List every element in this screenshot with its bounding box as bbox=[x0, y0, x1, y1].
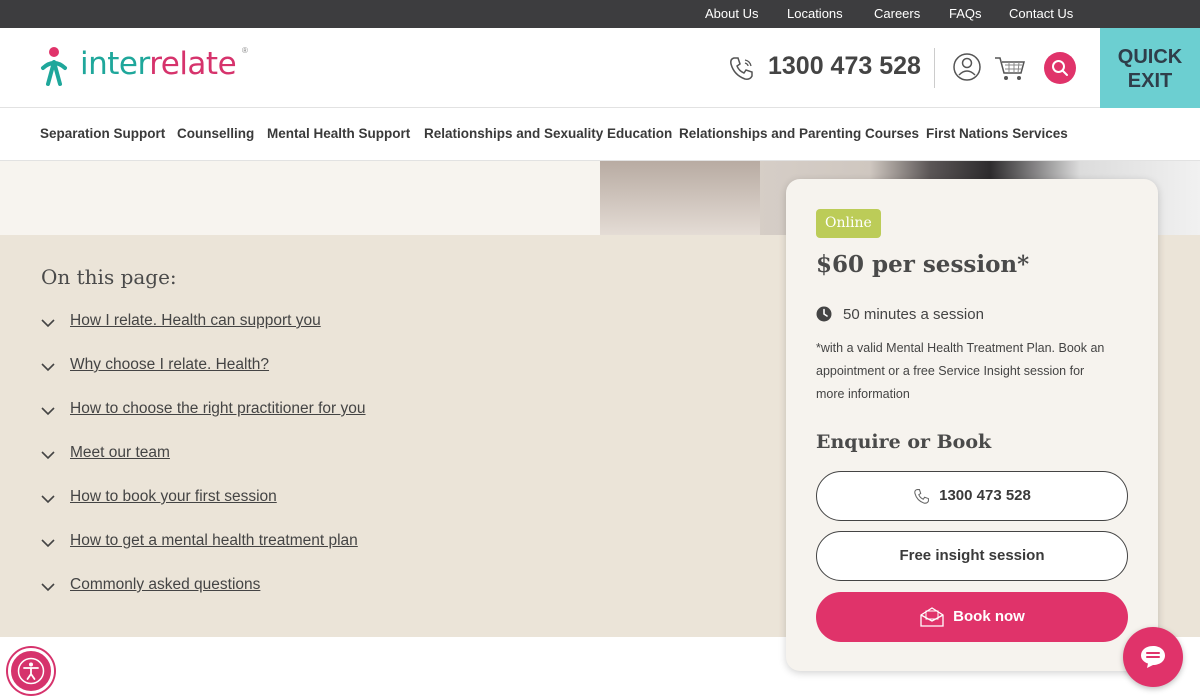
call-button[interactable]: 1300 473 528 bbox=[816, 471, 1128, 521]
toc-link[interactable]: How to choose the right practitioner for… bbox=[70, 400, 366, 418]
accessibility-icon bbox=[17, 657, 45, 685]
user-icon[interactable] bbox=[952, 52, 982, 82]
nav-separation-support[interactable]: Separation Support bbox=[40, 126, 165, 141]
site-header: interrelate ® 1300 473 528 QUICK EXIT bbox=[0, 28, 1200, 108]
logo-text-relate: relate bbox=[149, 46, 237, 82]
clock-icon bbox=[816, 306, 832, 322]
toc-link[interactable]: Why choose I relate. Health? bbox=[70, 356, 269, 374]
nav-first-nations-services[interactable]: First Nations Services bbox=[926, 126, 1068, 141]
status-badge: Online bbox=[816, 209, 881, 238]
toc-link[interactable]: How I relate. Health can support you bbox=[70, 312, 321, 330]
price-note: *with a valid Mental Health Treatment Pl… bbox=[816, 341, 1105, 401]
quick-exit-button[interactable]: QUICK EXIT bbox=[1100, 28, 1200, 108]
chat-icon bbox=[1141, 646, 1165, 668]
cart-icon[interactable] bbox=[993, 54, 1027, 82]
header-divider bbox=[934, 48, 935, 88]
call-button-label: 1300 473 528 bbox=[939, 487, 1031, 504]
book-now-button[interactable]: Book now bbox=[816, 592, 1128, 642]
logo[interactable]: interrelate ® bbox=[40, 46, 260, 90]
nav-relationships-parenting-courses[interactable]: Relationships and Parenting Courses bbox=[679, 126, 919, 141]
nav-relationships-sexuality-education[interactable]: Relationships and Sexuality Education bbox=[424, 126, 672, 141]
toc-link[interactable]: Meet our team bbox=[70, 444, 170, 462]
chevron-down-icon bbox=[41, 363, 55, 372]
logo-wordmark: interrelate bbox=[80, 46, 237, 82]
chevron-down-icon bbox=[41, 319, 55, 328]
nav-counselling[interactable]: Counselling bbox=[177, 126, 254, 141]
util-link-contact[interactable]: Contact Us bbox=[1009, 6, 1073, 21]
free-insight-label: Free insight session bbox=[899, 547, 1045, 564]
logo-figure-icon bbox=[41, 47, 67, 86]
toc-link[interactable]: How to book your first session bbox=[70, 488, 277, 506]
util-link-careers[interactable]: Careers bbox=[874, 6, 920, 21]
chevron-down-icon bbox=[41, 495, 55, 504]
chevron-down-icon bbox=[41, 451, 55, 460]
header-phone-number: 1300 473 528 bbox=[768, 52, 921, 80]
session-price: $60 per session* bbox=[816, 251, 1030, 278]
utility-bar: About Us Locations Careers FAQs Contact … bbox=[0, 0, 1200, 28]
phone-icon bbox=[914, 489, 930, 504]
envelope-icon bbox=[920, 607, 944, 627]
toc-link[interactable]: How to get a mental health treatment pla… bbox=[70, 532, 358, 550]
free-insight-button[interactable]: Free insight session bbox=[816, 531, 1128, 581]
accessibility-button[interactable] bbox=[8, 648, 54, 694]
phone-icon bbox=[730, 57, 753, 80]
chat-button[interactable] bbox=[1123, 627, 1183, 687]
booking-card: Online $60 per session* 50 minutes a ses… bbox=[786, 179, 1158, 671]
main-nav: Separation Support Counselling Mental He… bbox=[0, 109, 1200, 161]
search-button[interactable] bbox=[1044, 52, 1076, 84]
search-icon bbox=[1052, 60, 1068, 76]
logo-text-inter: inter bbox=[80, 46, 150, 82]
book-now-label: Book now bbox=[953, 608, 1025, 625]
session-duration: 50 minutes a session bbox=[843, 306, 984, 323]
util-link-locations[interactable]: Locations bbox=[787, 6, 843, 21]
hero-text-area bbox=[0, 161, 600, 235]
chevron-down-icon bbox=[41, 583, 55, 592]
chevron-down-icon bbox=[41, 407, 55, 416]
util-link-faqs[interactable]: FAQs bbox=[949, 6, 982, 21]
on-this-page-title: On this page: bbox=[41, 265, 177, 289]
enquire-title: Enquire or Book bbox=[816, 431, 992, 453]
toc-link[interactable]: Commonly asked questions bbox=[70, 576, 260, 594]
util-link-about[interactable]: About Us bbox=[705, 6, 758, 21]
chevron-down-icon bbox=[41, 539, 55, 548]
nav-mental-health-support[interactable]: Mental Health Support bbox=[267, 126, 410, 141]
logo-registered-mark: ® bbox=[242, 46, 248, 55]
